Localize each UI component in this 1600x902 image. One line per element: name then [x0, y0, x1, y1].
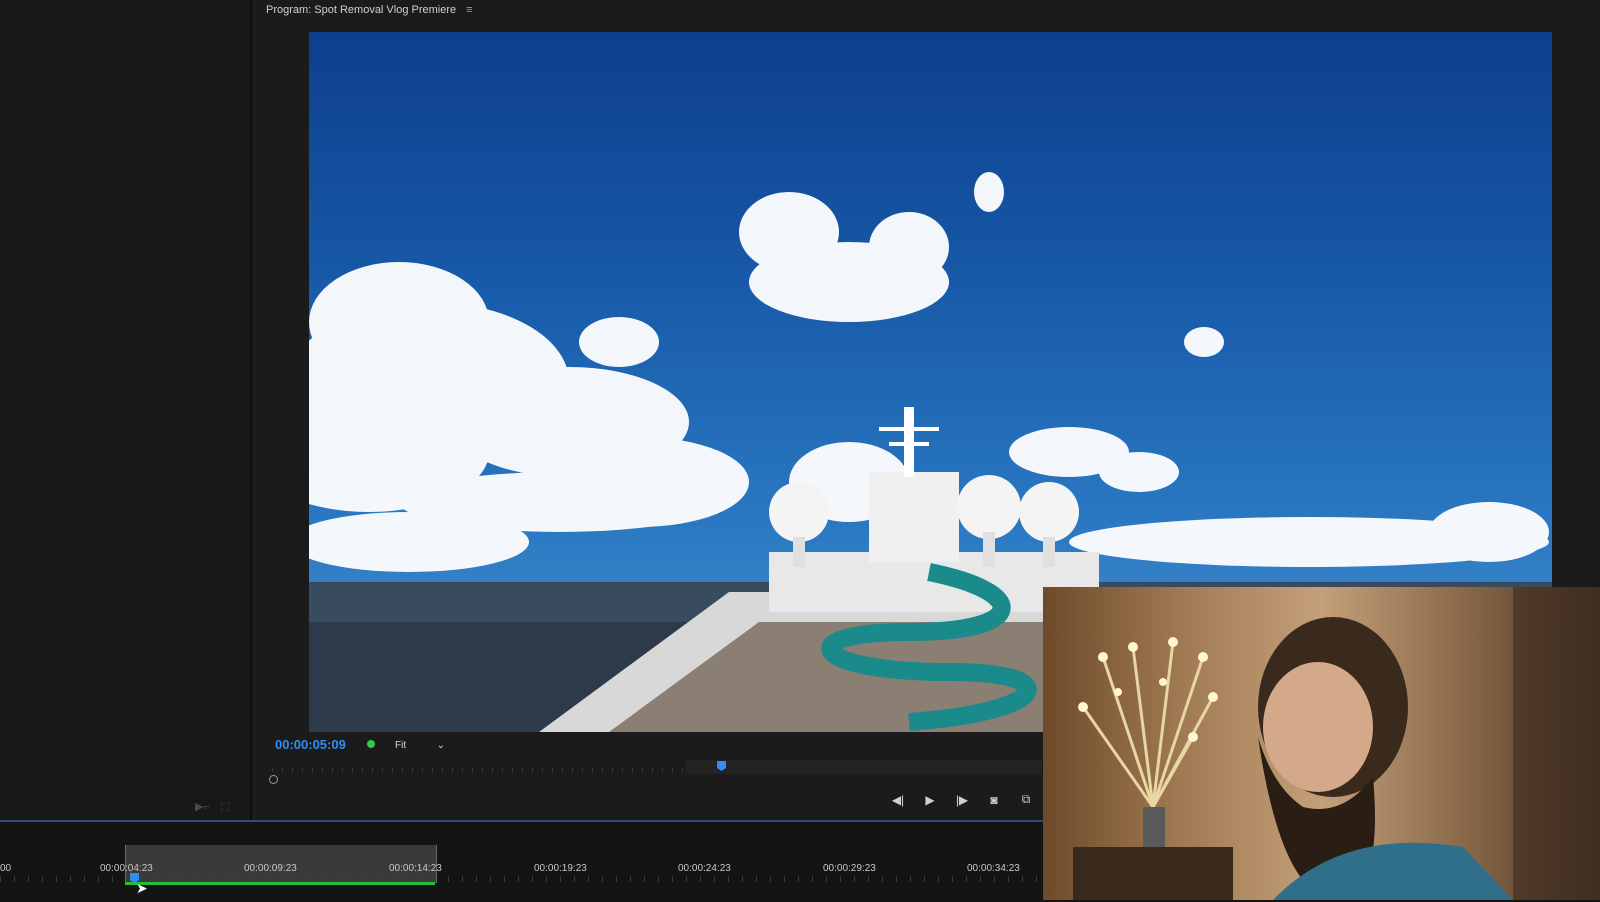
- timeline-label: 00:00:04:23: [100, 863, 153, 874]
- insert-icon[interactable]: ▶⌐: [195, 800, 210, 813]
- panel-header: Program: Spot Removal Vlog Premiere ≡: [266, 2, 473, 18]
- export-icon[interactable]: ⬚: [220, 800, 230, 813]
- in-point-marker[interactable]: [269, 775, 278, 784]
- panel-title[interactable]: Program: Spot Removal Vlog Premiere: [266, 4, 456, 16]
- monitor-ruler-visible-range: [686, 760, 1042, 774]
- chevron-down-icon: ⌄: [436, 739, 445, 751]
- timeline-label: 00:00:34:23: [967, 863, 1020, 874]
- timeline-label: 00:00:19:23: [534, 863, 587, 874]
- compare-view-icon[interactable]: ⧉: [1018, 792, 1034, 807]
- timeline-label: 00:00:14:23: [389, 863, 442, 874]
- timeline-ruler-ticks[interactable]: [0, 876, 1045, 882]
- panel-footer-icons: ▶⌐ ⬚: [195, 800, 230, 813]
- timeline-label: 00:00:24:23: [678, 863, 731, 874]
- step-forward-icon[interactable]: |▶: [954, 793, 970, 807]
- presenter-scene: [1073, 587, 1600, 900]
- export-frame-icon[interactable]: ◙: [986, 793, 1002, 807]
- timeline-render-bar: [125, 882, 435, 885]
- render-status-indicator: [367, 740, 375, 748]
- playhead-timecode[interactable]: 00:00:05:09: [275, 737, 346, 752]
- transport-controls: ◀| ▶ |▶ ◙ ⧉: [890, 792, 1034, 807]
- mouse-cursor-icon: ➤: [136, 880, 148, 896]
- presenter-webcam-overlay: [1043, 587, 1600, 900]
- project-panel: ▶⌐ ⬚: [0, 0, 252, 820]
- timeline-label: 00:00:29:23: [823, 863, 876, 874]
- hamburger-icon[interactable]: ≡: [466, 4, 472, 16]
- zoom-fit-select[interactable]: Fit ⌄: [395, 738, 445, 752]
- timeline-start-label: 00: [0, 863, 12, 874]
- play-icon[interactable]: ▶: [922, 793, 938, 807]
- timeline-label: 00:00:09:23: [244, 863, 297, 874]
- step-back-icon[interactable]: ◀|: [890, 793, 906, 807]
- zoom-fit-value: Fit: [395, 739, 407, 751]
